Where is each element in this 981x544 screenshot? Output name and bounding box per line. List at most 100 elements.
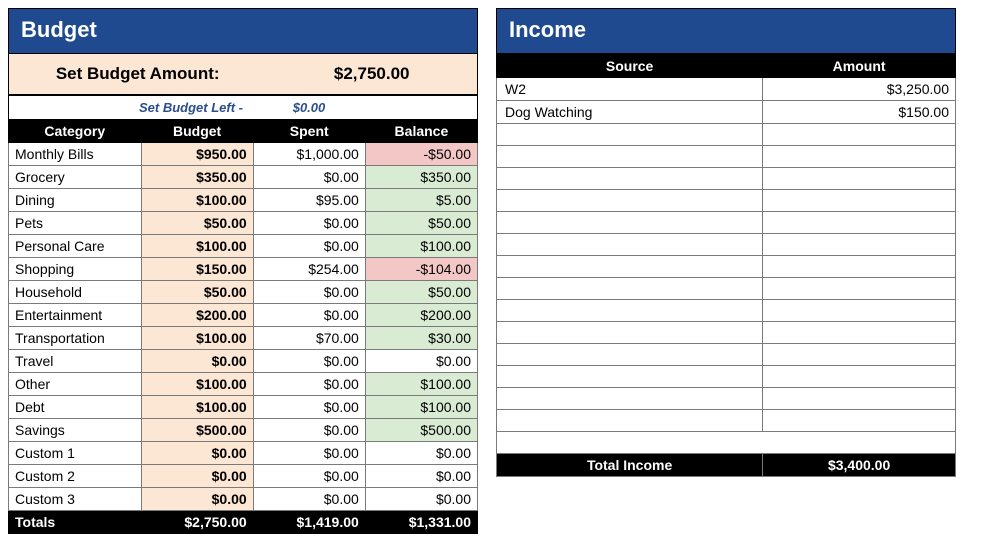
cell-spent[interactable]: $0.00 [253, 465, 365, 488]
cell-source[interactable] [497, 146, 763, 168]
cell-category[interactable]: Custom 2 [9, 465, 142, 488]
cell-amount[interactable] [763, 344, 956, 366]
cell-balance[interactable]: $200.00 [365, 304, 477, 327]
cell-amount[interactable]: $150.00 [763, 101, 956, 124]
cell-spent[interactable]: $95.00 [253, 189, 365, 212]
cell-balance[interactable]: $30.00 [365, 327, 477, 350]
cell-source[interactable]: Dog Watching [497, 101, 763, 124]
cell-category[interactable]: Savings [9, 419, 142, 442]
cell-amount[interactable] [763, 410, 956, 432]
cell-source[interactable] [497, 234, 763, 256]
cell-budget[interactable]: $100.00 [141, 189, 253, 212]
cell-amount[interactable] [763, 124, 956, 146]
cell-category[interactable]: Shopping [9, 258, 142, 281]
cell-spent[interactable]: $0.00 [253, 419, 365, 442]
cell-source[interactable]: W2 [497, 78, 763, 101]
cell-balance[interactable]: $0.00 [365, 442, 477, 465]
cell-amount[interactable] [763, 234, 956, 256]
cell-budget[interactable]: $100.00 [141, 396, 253, 419]
cell-budget[interactable]: $150.00 [141, 258, 253, 281]
cell-amount[interactable] [763, 366, 956, 388]
cell-source[interactable] [497, 366, 763, 388]
set-budget-amount[interactable]: $2,750.00 [266, 54, 477, 94]
cell-budget[interactable]: $0.00 [141, 442, 253, 465]
cell-category[interactable]: Other [9, 373, 142, 396]
cell-category[interactable]: Personal Care [9, 235, 142, 258]
cell-budget[interactable]: $0.00 [141, 488, 253, 511]
cell-balance[interactable]: $0.00 [365, 488, 477, 511]
cell-amount[interactable] [763, 168, 956, 190]
cell-category[interactable]: Pets [9, 212, 142, 235]
cell-category[interactable]: Household [9, 281, 142, 304]
cell-budget[interactable]: $100.00 [141, 327, 253, 350]
cell-source[interactable] [497, 212, 763, 234]
cell-spent[interactable]: $0.00 [253, 212, 365, 235]
cell-source[interactable] [497, 388, 763, 410]
cell-spent[interactable]: $0.00 [253, 235, 365, 258]
cell-source[interactable] [497, 322, 763, 344]
cell-spent[interactable]: $0.00 [253, 281, 365, 304]
cell-budget[interactable]: $0.00 [141, 465, 253, 488]
cell-source[interactable] [497, 278, 763, 300]
cell-budget[interactable]: $100.00 [141, 235, 253, 258]
cell-spent[interactable]: $0.00 [253, 166, 365, 189]
cell-source[interactable] [497, 190, 763, 212]
cell-category[interactable]: Travel [9, 350, 142, 373]
cell-spent[interactable]: $0.00 [253, 396, 365, 419]
cell-amount[interactable]: $3,250.00 [763, 78, 956, 101]
cell-balance[interactable]: -$50.00 [365, 143, 477, 166]
cell-spent[interactable]: $0.00 [253, 304, 365, 327]
cell-amount[interactable] [763, 256, 956, 278]
budget-title: Budget [8, 8, 478, 54]
cell-balance[interactable]: $100.00 [365, 396, 477, 419]
cell-category[interactable]: Monthly Bills [9, 143, 142, 166]
table-row: W2$3,250.00 [497, 78, 956, 101]
cell-balance[interactable]: $5.00 [365, 189, 477, 212]
income-total-label: Total Income [497, 454, 763, 477]
cell-budget[interactable]: $500.00 [141, 419, 253, 442]
cell-category[interactable]: Grocery [9, 166, 142, 189]
cell-category[interactable]: Debt [9, 396, 142, 419]
cell-amount[interactable] [763, 322, 956, 344]
cell-amount[interactable] [763, 278, 956, 300]
cell-category[interactable]: Custom 1 [9, 442, 142, 465]
cell-balance[interactable]: -$104.00 [365, 258, 477, 281]
cell-budget[interactable]: $100.00 [141, 373, 253, 396]
cell-balance[interactable]: $0.00 [365, 465, 477, 488]
cell-spent[interactable]: $0.00 [253, 350, 365, 373]
cell-category[interactable]: Transportation [9, 327, 142, 350]
cell-balance[interactable]: $50.00 [365, 212, 477, 235]
cell-spent[interactable]: $254.00 [253, 258, 365, 281]
cell-spent[interactable]: $1,000.00 [253, 143, 365, 166]
cell-source[interactable] [497, 410, 763, 432]
cell-budget[interactable]: $50.00 [141, 281, 253, 304]
cell-amount[interactable] [763, 212, 956, 234]
cell-category[interactable]: Entertainment [9, 304, 142, 327]
cell-spent[interactable]: $0.00 [253, 442, 365, 465]
cell-budget[interactable]: $950.00 [141, 143, 253, 166]
cell-budget[interactable]: $0.00 [141, 350, 253, 373]
cell-spent[interactable]: $0.00 [253, 488, 365, 511]
cell-source[interactable] [497, 256, 763, 278]
cell-source[interactable] [497, 344, 763, 366]
cell-budget[interactable]: $350.00 [141, 166, 253, 189]
cell-balance[interactable]: $100.00 [365, 235, 477, 258]
cell-source[interactable] [497, 300, 763, 322]
cell-budget[interactable]: $50.00 [141, 212, 253, 235]
cell-balance[interactable]: $100.00 [365, 373, 477, 396]
cell-amount[interactable] [763, 300, 956, 322]
cell-budget[interactable]: $200.00 [141, 304, 253, 327]
cell-balance[interactable]: $500.00 [365, 419, 477, 442]
cell-balance[interactable]: $50.00 [365, 281, 477, 304]
cell-amount[interactable] [763, 190, 956, 212]
cell-source[interactable] [497, 124, 763, 146]
cell-category[interactable]: Custom 3 [9, 488, 142, 511]
cell-balance[interactable]: $0.00 [365, 350, 477, 373]
cell-amount[interactable] [763, 388, 956, 410]
cell-spent[interactable]: $0.00 [253, 373, 365, 396]
cell-amount[interactable] [763, 146, 956, 168]
cell-balance[interactable]: $350.00 [365, 166, 477, 189]
cell-spent[interactable]: $70.00 [253, 327, 365, 350]
cell-category[interactable]: Dining [9, 189, 142, 212]
cell-source[interactable] [497, 168, 763, 190]
